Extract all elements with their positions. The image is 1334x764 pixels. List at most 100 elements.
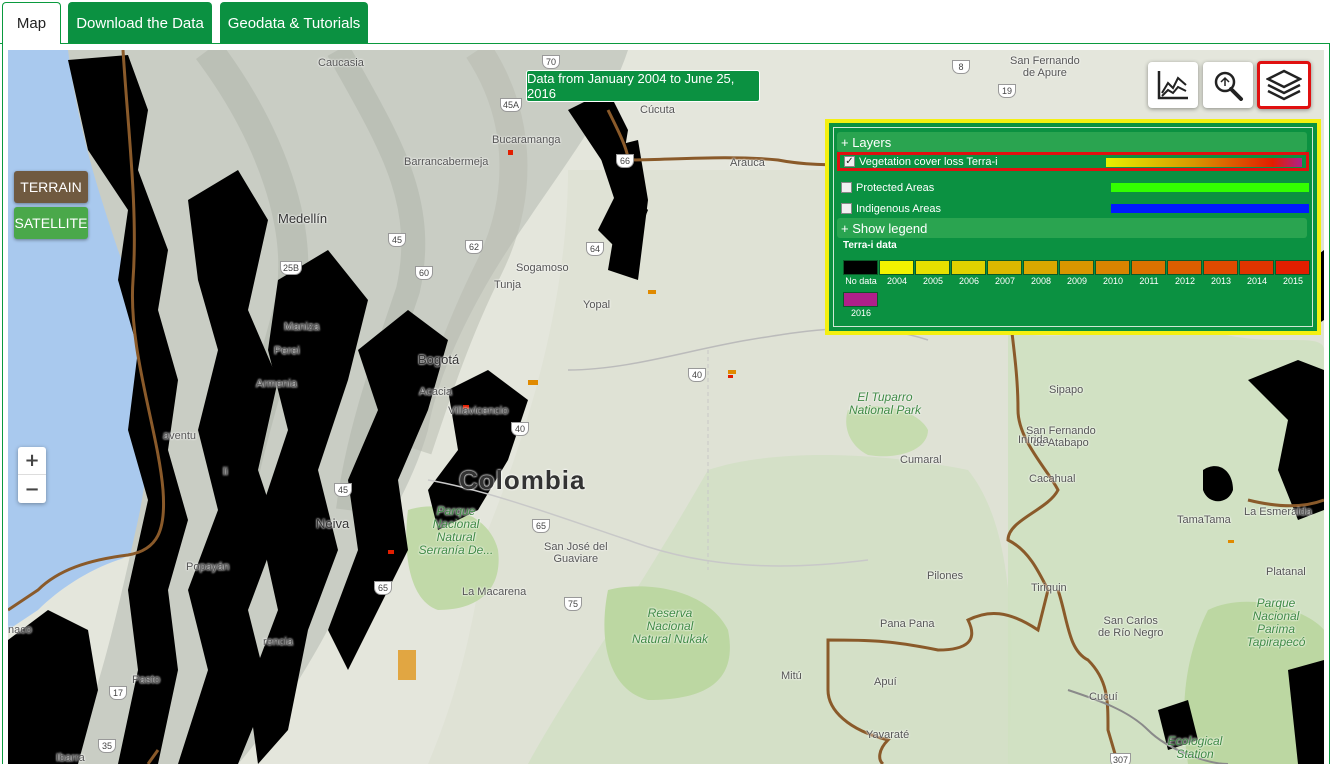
legend-label: 2009 (1066, 276, 1088, 286)
tab-map[interactable]: Map (2, 2, 61, 44)
layer-checkbox[interactable]: ✓ (844, 156, 855, 167)
search-zoom-button[interactable] (1203, 62, 1253, 108)
satellite-button[interactable]: SATELLITE (14, 207, 88, 239)
city-label: La Macarena (462, 586, 527, 598)
city-label: San José del Guaviare (544, 541, 608, 565)
road-shield: 40 (511, 422, 529, 436)
zoom-control: + − (18, 447, 46, 503)
city-label: La Esmeralda (1244, 506, 1312, 518)
legend-swatch (987, 260, 1022, 275)
legend-item: 2015 (1275, 260, 1311, 286)
city-label: Mitú (781, 670, 802, 682)
park-label: Parque Nacional Natural Serranía De... (418, 504, 494, 557)
chart-button[interactable] (1148, 62, 1198, 108)
legend-label: 2010 (1102, 276, 1124, 286)
legend-label: 2008 (1030, 276, 1052, 286)
layer-row-vegetation-loss[interactable]: ✓ Vegetation cover loss Terra-i (837, 152, 1309, 171)
road-shield: 75 (564, 597, 582, 611)
city-label: Cúcuta (640, 104, 675, 116)
legend-swatch (1239, 260, 1274, 275)
legend-swatch (843, 292, 878, 307)
legend-item: 2005 (915, 260, 951, 286)
legend-swatch (1275, 260, 1310, 275)
legend-item: 2007 (987, 260, 1023, 286)
city-label: Ibarra (56, 752, 85, 764)
legend-label: 2004 (886, 276, 908, 286)
zoom-in-button[interactable]: + (18, 447, 46, 475)
zoom-out-button[interactable]: − (18, 475, 46, 503)
road-shield: 25B (280, 261, 303, 275)
legend-swatch (1023, 260, 1058, 275)
legend-item: 2004 (879, 260, 915, 286)
legend-item: 2011 (1131, 260, 1167, 286)
road-shield: 17 (109, 686, 127, 700)
road-shield: 65 (374, 581, 392, 595)
legend-swatch (843, 260, 878, 275)
legend-swatch (1203, 260, 1238, 275)
legend-item: No data (843, 260, 879, 286)
vegetation-loss-gradient (1106, 158, 1302, 167)
city-label: Maniza (284, 321, 320, 333)
city-label: Yavaraté (866, 729, 910, 741)
legend-swatch (1059, 260, 1094, 275)
legend-header[interactable]: + Show legend (837, 218, 1307, 238)
legend-swatch (1131, 260, 1166, 275)
road-shield: 8 (952, 60, 970, 74)
legend-item: 2008 (1023, 260, 1059, 286)
legend-label: 2015 (1282, 276, 1304, 286)
layers-header[interactable]: + Layers (837, 132, 1307, 152)
legend-label: 2006 (958, 276, 980, 286)
park-label: El Tuparro National Park (848, 390, 922, 417)
city-label: li (223, 466, 228, 478)
road-shield: 45 (334, 483, 352, 497)
layer-checkbox[interactable] (841, 182, 852, 193)
city-label: Inírida (1018, 434, 1049, 446)
legend-item: 2016 (843, 292, 879, 318)
legend-label: 2012 (1174, 276, 1196, 286)
road-shield: 45 (388, 233, 406, 247)
park-label: Ecological Station (1167, 734, 1223, 761)
city-label: Caucasia (318, 57, 364, 69)
city-label: naco (8, 624, 32, 636)
city-label: Pilones (927, 570, 964, 582)
legend-item: 2010 (1095, 260, 1131, 286)
tab-bar: Map Download the Data Geodata & Tutorial… (0, 0, 1334, 44)
road-shield: 64 (586, 242, 604, 256)
city-label: Villavicencio (448, 405, 509, 417)
legend-swatch (915, 260, 950, 275)
legend-label: 2011 (1139, 276, 1159, 286)
road-shield: 307 (1110, 753, 1132, 764)
city-label: Yopal (583, 299, 611, 311)
city-label: Cumaral (900, 454, 942, 466)
city-label: rencia (263, 636, 293, 648)
legend-swatch (879, 260, 914, 275)
date-range-badge: Data from January 2004 to June 25, 2016 (526, 70, 760, 102)
layers-button[interactable] (1257, 61, 1311, 109)
city-label: Medellín (278, 211, 328, 226)
park-label: Reserva Nacional Natural Nukak (631, 606, 709, 646)
legend-label: 2016 (850, 308, 872, 318)
legend-label: 2007 (994, 276, 1016, 286)
layer-label: Protected Areas (856, 181, 935, 194)
city-label: Apuí (874, 676, 897, 688)
legend-title: Terra-i data (843, 240, 897, 251)
terrain-button[interactable]: TERRAIN (14, 171, 88, 203)
layer-row-indigenous-areas[interactable]: Indigenous Areas (837, 199, 1309, 218)
legend-item: 2012 (1167, 260, 1203, 286)
legend-item: 2014 (1239, 260, 1275, 286)
tab-download-data[interactable]: Download the Data (68, 2, 212, 44)
road-shield: 70 (542, 55, 560, 69)
city-label: Tiriquin (1031, 582, 1067, 594)
road-shield: 62 (465, 240, 483, 254)
layer-row-protected-areas[interactable]: Protected Areas (837, 178, 1309, 197)
legend-swatch (1095, 260, 1130, 275)
park-label: Parque Nacional Parima Tapirapecó (1246, 596, 1306, 649)
city-label: Popayán (186, 561, 230, 573)
road-shield: 19 (998, 84, 1016, 98)
tab-geodata-tutorials[interactable]: Geodata & Tutorials (220, 2, 368, 44)
city-label: Tunja (494, 279, 522, 291)
city-label: aventu (163, 430, 197, 442)
protected-areas-swatch (1111, 183, 1309, 192)
indigenous-areas-swatch (1111, 204, 1309, 213)
layer-checkbox[interactable] (841, 203, 852, 214)
